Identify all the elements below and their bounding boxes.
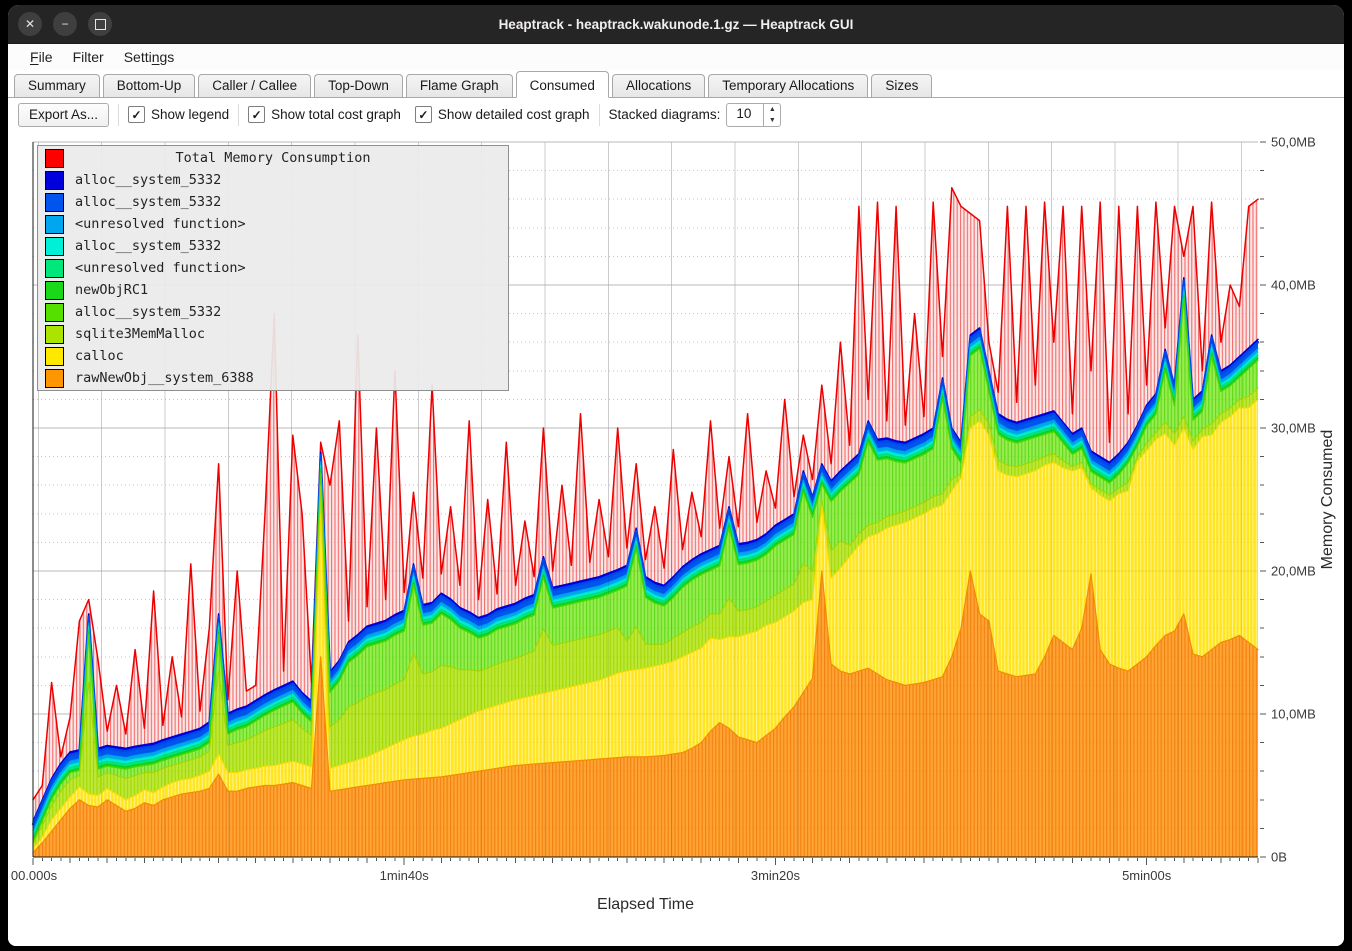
x-axis-tick-label: 3min20s (751, 868, 801, 883)
legend-label: rawNewObj__system_6388 (75, 370, 254, 386)
y-axis-tick-label: 50,0MB (1271, 135, 1316, 150)
checkbox-label: Show total cost graph (271, 107, 401, 122)
maximize-square-glyph (95, 19, 106, 30)
checkbox-label: Show legend (151, 107, 229, 122)
legend-label: sqlite3MemMalloc (75, 326, 205, 342)
tab-temporary-allocations[interactable]: Temporary Allocations (708, 74, 868, 97)
toolbar-separator (599, 104, 600, 126)
menu-item-filter[interactable]: Filter (63, 47, 114, 67)
legend-label: alloc__system_5332 (75, 238, 221, 254)
legend-item: alloc__system_5332 (38, 191, 508, 213)
x-axis-tick-label: 5min00s (1122, 868, 1172, 883)
legend-label: newObjRC1 (75, 282, 148, 298)
tab-sizes[interactable]: Sizes (871, 74, 932, 97)
x-axis-tick-label: 00.000s (11, 868, 58, 883)
app-window: ✕ − Heaptrack - heaptrack.wakunode.1.gz … (8, 5, 1344, 946)
stacked-diagrams-control: Stacked diagrams: 10 ▲ ▼ (609, 103, 782, 127)
legend-swatch (45, 303, 64, 322)
legend-item: newObjRC1 (38, 279, 508, 301)
legend-item: <unresolved function> (38, 213, 508, 235)
y-axis-tick-label: 30,0MB (1271, 421, 1316, 436)
tab-summary[interactable]: Summary (14, 74, 100, 97)
checkbox-group: ✓ Show legend (128, 106, 229, 123)
window-title: Heaptrack - heaptrack.wakunode.1.gz — He… (499, 17, 854, 32)
legend-label: <unresolved function> (75, 260, 246, 276)
legend-label: Total Memory Consumption (75, 150, 471, 166)
toolbar: Export As... ✓ Show legend ✓ Show total co… (8, 98, 1344, 131)
y-axis-tick-label: 0B (1271, 850, 1287, 865)
minimize-icon[interactable]: − (53, 12, 77, 36)
checkbox-group: ✓ Show total cost graph ✓ Show detailed cos… (248, 106, 589, 123)
legend-swatch (45, 325, 64, 344)
tab-bottom-up[interactable]: Bottom-Up (103, 74, 196, 97)
chart-legend: Total Memory Consumption alloc__system_53… (37, 145, 509, 391)
checkbox-show-total-cost-graph[interactable]: ✓ Show total cost graph (248, 106, 401, 123)
legend-item: calloc (38, 345, 508, 367)
spin-up-icon[interactable]: ▲ (764, 104, 780, 115)
checkbox-show-detailed-cost-graph[interactable]: ✓ Show detailed cost graph (415, 106, 590, 123)
legend-item: alloc__system_5332 (38, 169, 508, 191)
legend-label: alloc__system_5332 (75, 172, 221, 188)
menu-item-settings[interactable]: Settings (114, 47, 185, 67)
checkbox-box[interactable]: ✓ (248, 106, 265, 123)
titlebar[interactable]: ✕ − Heaptrack - heaptrack.wakunode.1.gz … (8, 5, 1344, 44)
checkbox-box[interactable]: ✓ (415, 106, 432, 123)
y-axis-tick-label: 10,0MB (1271, 707, 1316, 722)
spin-down-icon[interactable]: ▼ (764, 115, 780, 126)
export-as-button[interactable]: Export As... (18, 103, 109, 127)
tab-bar: SummaryBottom-UpCaller / CalleeTop-DownF… (8, 70, 1344, 98)
tab-allocations[interactable]: Allocations (612, 74, 705, 97)
stacked-diagrams-value[interactable]: 10 (727, 104, 763, 126)
menu-bar: FileFilterSettings (8, 44, 1344, 70)
legend-item: <unresolved function> (38, 257, 508, 279)
window-controls: ✕ − (18, 12, 112, 36)
checkbox-box[interactable]: ✓ (128, 106, 145, 123)
y-axis-tick-label: 20,0MB (1271, 564, 1316, 579)
toolbar-separator (118, 104, 119, 126)
y-axis-title: Memory Consumed (1319, 430, 1336, 570)
spinner-buttons: ▲ ▼ (763, 104, 780, 126)
tab-caller-callee[interactable]: Caller / Callee (198, 74, 311, 97)
y-axis-tick-label: 40,0MB (1271, 278, 1316, 293)
stacked-diagrams-label: Stacked diagrams: (609, 107, 721, 122)
legend-swatch (45, 347, 64, 366)
menu-item-file[interactable]: File (20, 47, 63, 67)
x-axis-tick-label: 1min40s (380, 868, 430, 883)
maximize-icon[interactable] (88, 12, 112, 36)
legend-swatch (45, 369, 64, 388)
legend-label: <unresolved function> (75, 216, 246, 232)
tab-top-down[interactable]: Top-Down (314, 74, 403, 97)
toolbar-separator (238, 104, 239, 126)
legend-item: rawNewObj__system_6388 (38, 367, 508, 389)
close-icon[interactable]: ✕ (18, 12, 42, 36)
tab-flame-graph[interactable]: Flame Graph (406, 74, 513, 97)
x-axis-title: Elapsed Time (597, 896, 694, 913)
legend-swatch (45, 171, 64, 190)
legend-label: alloc__system_5332 (75, 194, 221, 210)
legend-label: alloc__system_5332 (75, 304, 221, 320)
legend-label: calloc (75, 348, 124, 364)
stacked-diagrams-spinbox[interactable]: 10 ▲ ▼ (726, 103, 781, 127)
legend-item: alloc__system_5332 (38, 235, 508, 257)
legend-swatch (45, 259, 64, 278)
legend-item: sqlite3MemMalloc (38, 323, 508, 345)
legend-item: Total Memory Consumption (38, 147, 508, 169)
legend-swatch (45, 215, 64, 234)
legend-swatch (45, 193, 64, 212)
legend-item: alloc__system_5332 (38, 301, 508, 323)
chart-area: 0B 10,0MB 20,0MB 30,0MB 40,0MB 50,0MB 00.000s 1… (8, 131, 1344, 946)
checkbox-label: Show detailed cost graph (438, 107, 590, 122)
checkbox-show-legend[interactable]: ✓ Show legend (128, 106, 229, 123)
legend-swatch (45, 149, 64, 168)
legend-swatch (45, 237, 64, 256)
legend-swatch (45, 281, 64, 300)
tab-consumed[interactable]: Consumed (516, 71, 609, 98)
